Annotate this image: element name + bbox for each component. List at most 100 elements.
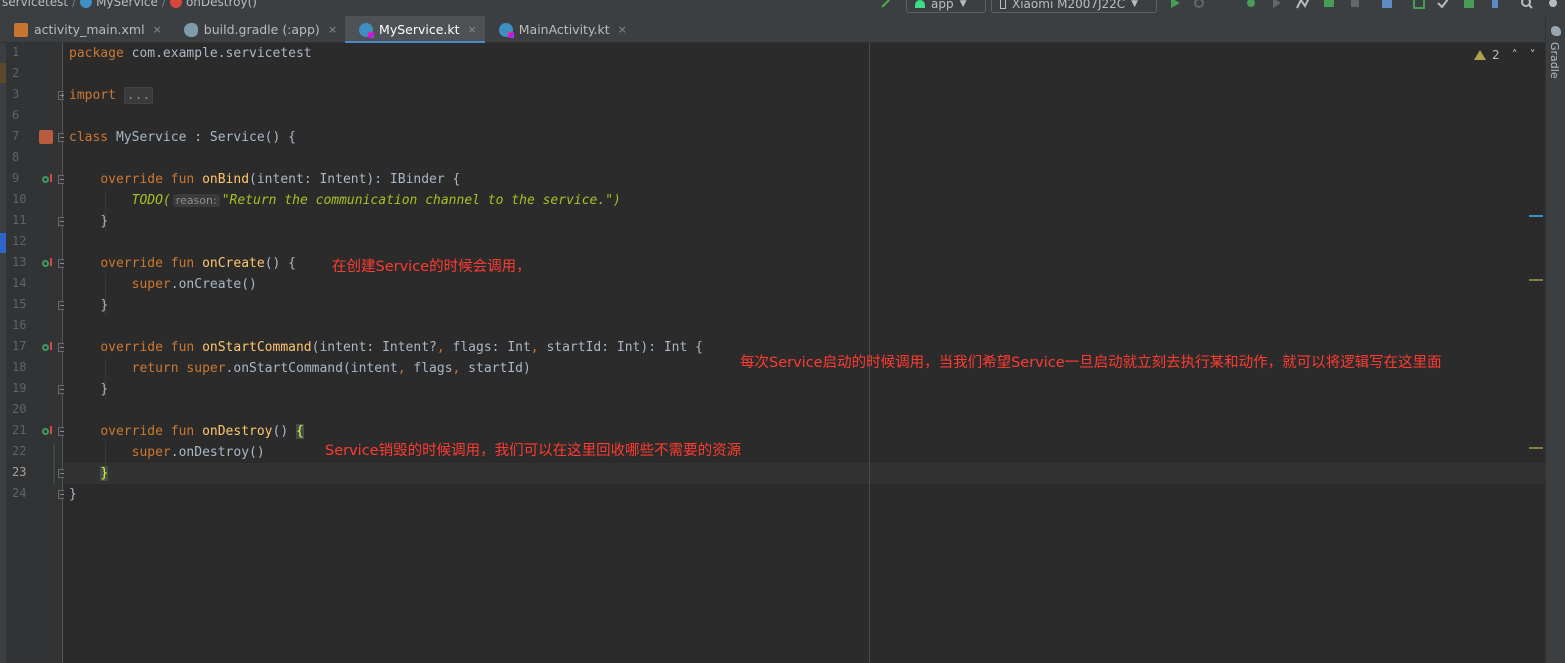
gradle-tool-window-button[interactable]: Gradle	[1548, 42, 1561, 79]
sdk-manager-icon[interactable]	[1462, 0, 1476, 9]
inspection-widget[interactable]: 2 ˄ ˅	[1474, 48, 1536, 62]
kotlin-file-icon	[359, 22, 375, 38]
code-line: override fun onBind(intent: Intent): IBi…	[100, 172, 461, 187]
code-line: package com.example.servicetest	[69, 46, 312, 61]
code-editor[interactable]: package com.example.servicetest import .…	[64, 43, 1545, 663]
line-number: 19	[12, 381, 27, 395]
top-toolbar: servicetest / MyService / onDestroy() ap…	[0, 0, 1565, 16]
line-number: 18	[12, 360, 27, 374]
code-line-current: }	[100, 466, 109, 481]
chevron-up-icon[interactable]: ˄	[1512, 48, 1518, 62]
attach-process-icon[interactable]	[1322, 0, 1336, 9]
line-number: 6	[12, 108, 20, 122]
profiler-icon[interactable]	[1296, 0, 1310, 9]
breadcrumb: servicetest / MyService / onDestroy()	[2, 0, 257, 9]
run-config-dropdown[interactable]: app ▼	[906, 0, 986, 13]
warning-icon	[1474, 50, 1486, 60]
right-tool-strip: Gradle	[1545, 16, 1565, 663]
editor-gutter[interactable]: 1 2 3 6 7 8 9 10 11 12 13 14 15 16 17 18…	[6, 43, 67, 663]
line-number: 10	[12, 192, 27, 206]
run-icon[interactable]	[1168, 0, 1182, 9]
search-icon[interactable]	[1520, 0, 1534, 9]
tab-label: MyService.kt	[379, 22, 460, 37]
line-number: 8	[12, 150, 20, 164]
gradle-elephant-icon	[1551, 26, 1561, 36]
close-icon[interactable]: ×	[328, 23, 337, 36]
breadcrumb-method[interactable]: onDestroy()	[186, 0, 257, 9]
warning-count: 2	[1492, 48, 1500, 62]
close-icon[interactable]: ×	[618, 23, 627, 36]
close-icon[interactable]: ×	[468, 23, 477, 36]
line-number: 1	[12, 45, 20, 59]
device-dropdown[interactable]: Xiaomi M2007J22C ▼	[991, 0, 1157, 13]
caret-row-highlight	[64, 463, 1545, 484]
code-line: override fun onCreate() {	[100, 256, 296, 271]
service-gutter-icon[interactable]	[39, 130, 53, 144]
code-line: class MyService : Service() {	[69, 130, 296, 145]
line-number: 14	[12, 276, 27, 290]
chevron-down-icon[interactable]: ˅	[1530, 48, 1536, 62]
code-line: super.onCreate()	[131, 277, 257, 292]
chevron-down-icon: ▼	[959, 0, 967, 9]
tab-build-gradle[interactable]: build.gradle (:app) ×	[170, 16, 345, 43]
tab-label: activity_main.xml	[34, 22, 145, 37]
override-icon[interactable]	[42, 174, 54, 184]
tab-activity-main-xml[interactable]: activity_main.xml ×	[0, 16, 170, 43]
line-number: 20	[12, 402, 27, 416]
attach-debugger-icon[interactable]	[1270, 0, 1284, 9]
tab-label: MainActivity.kt	[518, 22, 610, 37]
debug-icon[interactable]	[1244, 0, 1258, 9]
line-number-current: 23	[12, 465, 27, 479]
change-marker	[53, 443, 55, 485]
collapsed-imports[interactable]: ...	[123, 87, 154, 104]
code-line: }	[100, 298, 109, 313]
override-icon[interactable]	[42, 258, 54, 268]
line-number: 24	[12, 486, 27, 500]
device-manager-icon[interactable]	[1380, 0, 1394, 9]
gradle-file-icon	[183, 22, 198, 37]
line-number: 11	[12, 213, 27, 227]
code-line: TODO(reason: "Return the communication ch…	[131, 193, 621, 208]
scrollbar-marker[interactable]	[1529, 215, 1543, 217]
avd-manager-icon[interactable]	[1488, 0, 1502, 9]
breadcrumb-project[interactable]: servicetest	[2, 0, 68, 9]
run-config-label: app	[931, 0, 954, 11]
line-number: 15	[12, 297, 27, 311]
annotation-on-destroy: Service销毁的时候调用，我们可以在这里回收哪些不需要的资源	[325, 443, 742, 459]
editor-tab-bar: activity_main.xml × build.gradle (:app) …	[0, 16, 1545, 44]
hammer-icon[interactable]	[880, 0, 894, 9]
scrollbar-marker[interactable]	[1529, 279, 1543, 281]
tab-mainactivity-kt[interactable]: MainActivity.kt ×	[485, 16, 635, 43]
code-line: override fun onDestroy() {	[100, 424, 304, 439]
tab-myservice-kt[interactable]: MyService.kt ×	[345, 16, 485, 44]
scrollbar-marker[interactable]	[1529, 447, 1543, 449]
line-number: 3	[12, 87, 20, 101]
breadcrumb-class[interactable]: MyService	[96, 0, 158, 9]
stop-icon[interactable]	[1348, 0, 1362, 9]
line-number: 17	[12, 339, 27, 353]
line-number: 12	[12, 234, 27, 248]
line-number: 21	[12, 423, 27, 437]
phone-icon	[1000, 0, 1006, 9]
breadcrumb-separator: /	[161, 0, 166, 9]
logcat-icon[interactable]	[1412, 0, 1426, 9]
line-number: 2	[12, 66, 20, 80]
apply-changes-icon[interactable]	[1192, 0, 1206, 9]
android-icon	[915, 0, 925, 8]
code-line: }	[100, 214, 109, 229]
code-line: return super.onStartCommand(intent, flag…	[131, 361, 531, 376]
settings-icon[interactable]	[1546, 0, 1560, 9]
sync-icon[interactable]	[1436, 0, 1450, 9]
tab-label: build.gradle (:app)	[203, 22, 320, 37]
line-number: 22	[12, 444, 27, 458]
close-icon[interactable]: ×	[153, 23, 162, 36]
override-icon[interactable]	[42, 426, 54, 436]
line-number: 7	[12, 129, 20, 143]
code-line: super.onDestroy()	[131, 445, 265, 460]
kotlin-file-icon	[498, 22, 514, 38]
code-line: }	[69, 487, 77, 502]
annotation-on-create: 在创建Service的时候会调用，	[332, 259, 531, 275]
param-hint: reason:	[172, 194, 220, 207]
override-icon[interactable]	[42, 342, 54, 352]
line-number: 9	[12, 171, 20, 185]
